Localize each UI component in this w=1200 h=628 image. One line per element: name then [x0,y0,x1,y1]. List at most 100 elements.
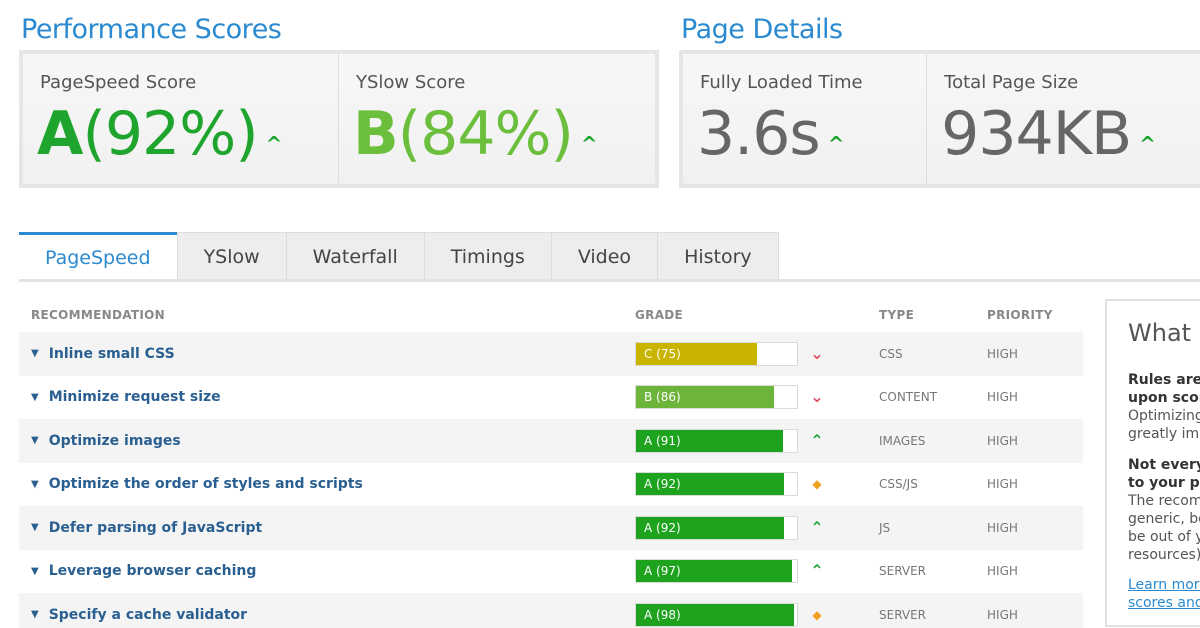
tab-history[interactable]: History [657,232,779,280]
table-row[interactable]: ▼ Optimize images A (91) ⌃ IMAGES HIGH [19,419,1083,463]
recommendation-cell[interactable]: ▼ Optimize images [19,433,635,449]
caret-up-icon: ^ [1139,132,1156,156]
grade-cell: B (86) ⌄ [635,385,879,410]
diamond-icon: ◆ [812,607,822,622]
sidebar-text: Rules are [1128,372,1200,388]
grade-cell: A (98) ◆ [635,602,879,627]
total-page-size-card: Total Page Size 934KB ^ [927,54,1200,184]
tab-underline [19,279,1200,282]
pagespeed-score-label: PageSpeed Score [40,72,197,93]
grade-cell: A (97) ⌃ [635,559,879,584]
sidebar-text: The recom [1128,493,1200,509]
recommendation-text[interactable]: Inline small CSS [49,346,175,362]
sidebar-text: to your pa [1128,475,1200,491]
expand-caret-icon[interactable]: ▼ [31,479,39,490]
grade-bar-fill: A (98) [636,603,794,626]
performance-scores-title: Performance Scores [21,14,282,45]
header-recommendation: RECOMMENDATION [31,308,165,322]
grade-bar-fill: A (91) [636,429,783,452]
grade-bar: A (92) [635,515,798,540]
info-sidebar: What d Rules are upon scor Optimizing gr… [1105,299,1200,627]
total-page-size-label: Total Page Size [944,72,1079,93]
page-details-panel: Fully Loaded Time 3.6s ^ Total Page Size … [679,50,1200,188]
grade-bar: A (92) [635,472,798,497]
recommendation-cell[interactable]: ▼ Optimize the order of styles and script… [19,476,635,492]
table-row[interactable]: ▼ Defer parsing of JavaScript A (92) ⌃ JS HIG… [19,506,1083,550]
pagespeed-score-card: PageSpeed Score A(92%) ^ [23,54,339,184]
expand-caret-icon[interactable]: ▼ [31,609,39,620]
recommendation-cell[interactable]: ▼ Defer parsing of JavaScript [19,520,635,536]
chevron-down-icon: ⌄ [810,343,824,363]
yslow-grade: B [353,99,399,169]
pagespeed-grade: A [37,99,83,169]
table-row[interactable]: ▼ Specify a cache validator A (98) ◆ SERVER H… [19,593,1083,628]
recommendation-cell[interactable]: ▼ Minimize request size [19,389,635,405]
tab-yslow[interactable]: YSlow [176,232,287,280]
pagespeed-score-value: A(92%) ^ [37,96,282,172]
recommendation-cell[interactable]: ▼ Specify a cache validator [19,607,635,623]
grade-cell: A (92) ⌃ [635,515,879,540]
yslow-score-value: B(84%) ^ [353,96,598,172]
recommendation-text[interactable]: Optimize the order of styles and scripts [49,476,363,492]
recommendation-text[interactable]: Optimize images [49,433,181,449]
report-tabs: PageSpeed YSlow Waterfall Timings Video Histo… [19,232,779,280]
expand-caret-icon[interactable]: ▼ [31,522,39,533]
grade-bar: A (91) [635,428,798,453]
caret-up-icon: ^ [580,132,598,156]
table-header: RECOMMENDATION GRADE TYPE PRIORITY [19,298,1083,332]
recommendation-text[interactable]: Defer parsing of JavaScript [49,520,262,536]
type-cell: CSS [879,346,903,361]
table-row[interactable]: ▼ Optimize the order of styles and script… [19,463,1083,507]
type-cell: IMAGES [879,433,926,448]
grade-bar: A (97) [635,559,798,584]
tab-video[interactable]: Video [550,232,659,280]
recommendation-cell[interactable]: ▼ Leverage browser caching [19,563,635,579]
grade-bar: A (98) [635,602,798,627]
expand-caret-icon[interactable]: ▼ [31,392,39,403]
table-row[interactable]: ▼ Inline small CSS C (75) ⌄ CSS HIGH [19,332,1083,376]
header-grade: GRADE [635,308,684,322]
table-body: ▼ Inline small CSS C (75) ⌄ CSS HIGH ▼ Minimize… [19,332,1083,628]
type-cell: CONTENT [879,390,938,405]
learn-more-link[interactable]: scores and [1128,594,1200,612]
recommendation-text[interactable]: Minimize request size [49,389,221,405]
expand-caret-icon[interactable]: ▼ [31,566,39,577]
pagespeed-percent: (92%) [82,99,258,169]
expand-caret-icon[interactable]: ▼ [31,348,39,359]
priority-cell: HIGH [987,564,1018,579]
yslow-score-card: YSlow Score B(84%) ^ [339,54,655,184]
expand-caret-icon[interactable]: ▼ [31,435,39,446]
performance-scores-panel: PageSpeed Score A(92%) ^ YSlow Score B(84… [19,50,659,188]
grade-cell: A (91) ⌃ [635,428,879,453]
table-row[interactable]: ▼ Minimize request size B (86) ⌄ CONTENT HIGH [19,376,1083,420]
grade-bar-fill: A (97) [636,560,793,583]
fully-loaded-time-number: 3.6s [697,99,821,169]
page-details-title: Page Details [681,14,843,45]
chevron-up-icon: ⌃ [810,430,824,450]
sidebar-text: resources) [1128,547,1200,563]
fully-loaded-time-card: Fully Loaded Time 3.6s ^ [683,54,928,184]
grade-cell: A (92) ◆ [635,472,879,497]
sidebar-text: Not every [1128,457,1200,473]
chevron-down-icon: ⌄ [810,387,824,407]
type-cell: SERVER [879,607,927,622]
tab-timings[interactable]: Timings [423,232,552,280]
recommendations-table: RECOMMENDATION GRADE TYPE PRIORITY ▼ Inli… [19,298,1083,628]
type-cell: SERVER [879,564,927,579]
recommendation-text[interactable]: Leverage browser caching [49,563,257,579]
learn-more-link[interactable]: Learn more [1128,576,1200,594]
type-cell: CSS/JS [879,477,918,492]
tab-waterfall[interactable]: Waterfall [285,232,425,280]
caret-up-icon: ^ [265,132,283,156]
sidebar-text: upon scor [1128,390,1200,406]
grade-bar: C (75) [635,341,798,366]
tab-pagespeed[interactable]: PageSpeed [19,232,178,280]
priority-cell: HIGH [987,607,1018,622]
grade-cell: C (75) ⌄ [635,341,879,366]
grade-bar-fill: A (92) [636,516,785,539]
grade-bar-fill: A (92) [636,473,785,496]
yslow-percent: (84%) [397,99,574,169]
recommendation-cell[interactable]: ▼ Inline small CSS [19,346,635,362]
recommendation-text[interactable]: Specify a cache validator [49,607,247,623]
table-row[interactable]: ▼ Leverage browser caching A (97) ⌃ SERVER HI… [19,550,1083,594]
